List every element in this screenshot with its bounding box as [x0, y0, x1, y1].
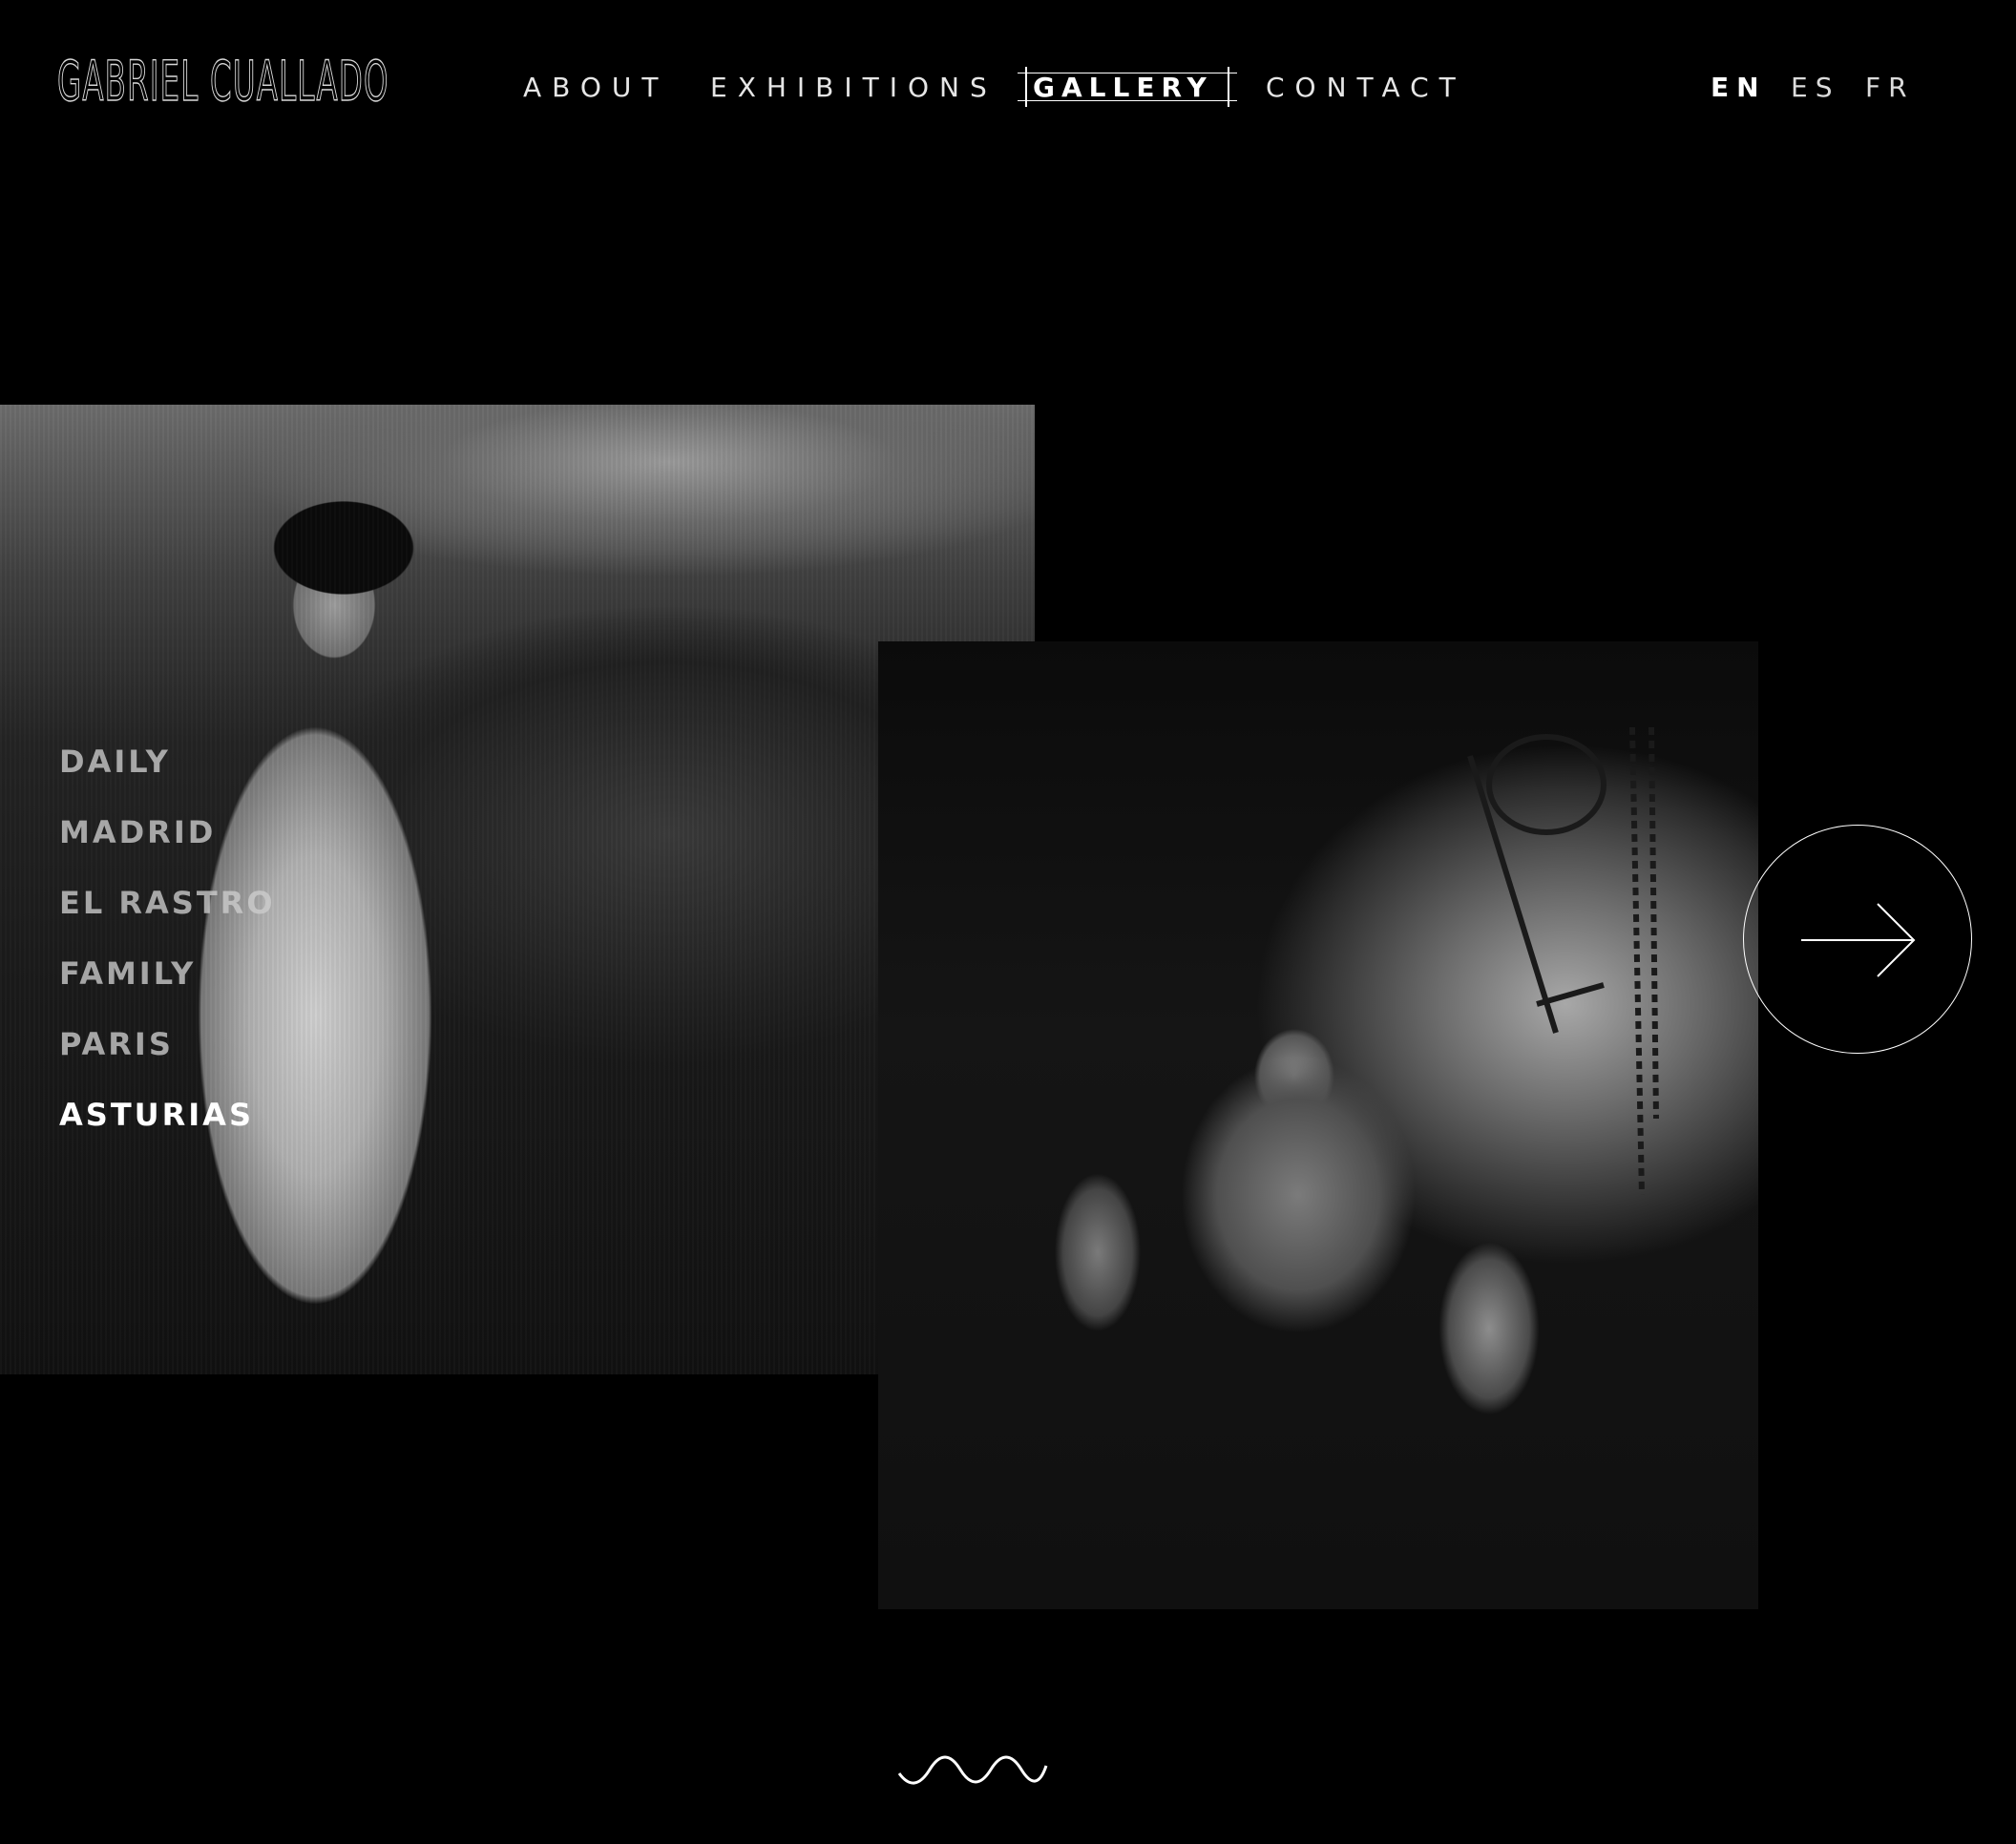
nav-about[interactable]: ABOUT — [523, 69, 669, 107]
category-daily[interactable]: DAILY — [59, 735, 276, 806]
next-slide-button[interactable] — [1743, 825, 1972, 1054]
lang-fr[interactable]: FR — [1865, 69, 1915, 107]
category-family[interactable]: FAMILY — [59, 947, 276, 1017]
category-madrid[interactable]: MADRID — [59, 806, 276, 876]
category-menu: DAILY MADRID EL RASTRO FAMILY PARIS ASTU… — [59, 735, 276, 1159]
category-paris[interactable]: PARIS — [59, 1017, 276, 1088]
category-el-rastro[interactable]: EL RASTRO — [59, 876, 276, 947]
lang-en[interactable]: EN — [1711, 69, 1767, 107]
hanging-tools-graphic — [1467, 726, 1659, 1195]
wave-icon[interactable] — [897, 1752, 1050, 1791]
nav-contact[interactable]: CONTACT — [1266, 69, 1466, 107]
nav-exhibitions[interactable]: EXHIBITIONS — [710, 69, 998, 107]
nav-gallery[interactable]: GALLERY — [1033, 69, 1213, 107]
site-logo[interactable]: GABRIEL CUALLADO — [57, 49, 389, 113]
lang-es[interactable]: ES — [1791, 69, 1839, 107]
gallery-photo-family-barn[interactable] — [878, 641, 1758, 1609]
category-asturias[interactable]: ASTURIAS — [59, 1088, 276, 1159]
arrow-right-icon — [1801, 903, 1916, 977]
